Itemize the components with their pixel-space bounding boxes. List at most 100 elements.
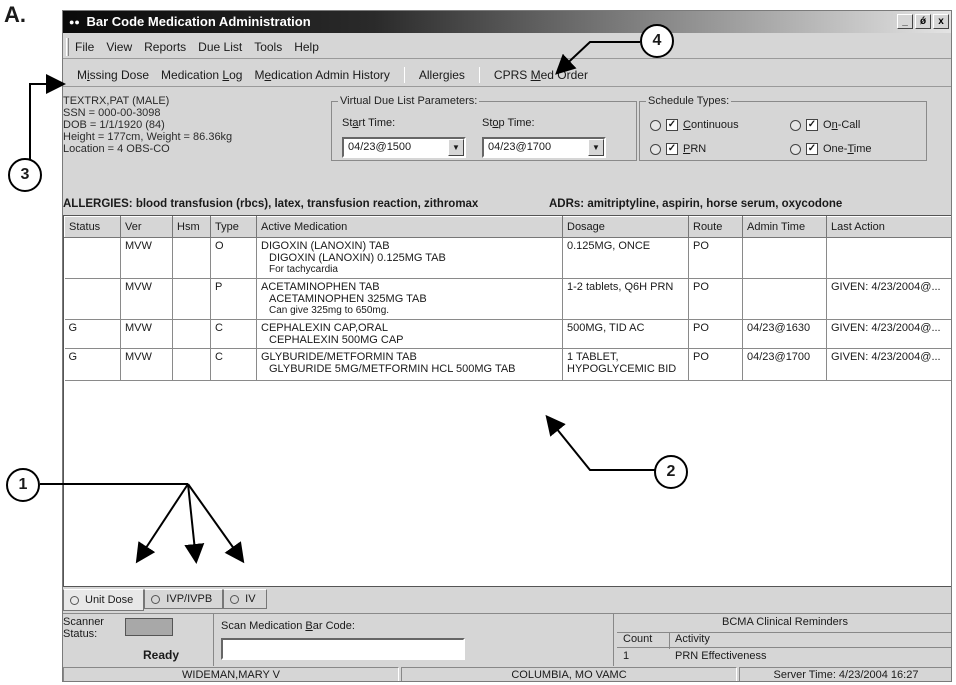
chevron-down-icon[interactable]: ▼ bbox=[448, 139, 464, 156]
menu-help[interactable]: Help bbox=[294, 40, 319, 54]
continuous-option[interactable]: ✓ Continuous bbox=[650, 119, 739, 131]
minimize-button[interactable]: _ bbox=[897, 14, 913, 29]
menu-view[interactable]: View bbox=[106, 40, 132, 54]
allergies-text: ALLERGIES: blood transfusion (rbcs), lat… bbox=[63, 198, 479, 210]
col-status-header[interactable]: Status bbox=[64, 216, 121, 238]
cprs-med-order-button[interactable]: CPRS Med Order bbox=[488, 68, 594, 82]
prn-option[interactable]: ✓ PRN bbox=[650, 143, 706, 155]
missing-dose-button[interactable]: Missing Dose bbox=[71, 68, 155, 82]
medication-admin-history-button[interactable]: Medication Admin History bbox=[248, 68, 395, 82]
status-cell: G bbox=[64, 319, 121, 349]
tab-ivp-ivpb[interactable]: IVP/IVPB bbox=[144, 589, 224, 609]
col-type-header[interactable]: Type bbox=[210, 216, 257, 238]
action-toolbar: Missing Dose Medication Log Medication A… bbox=[63, 61, 951, 87]
medication-note: For tachycardia bbox=[269, 264, 338, 275]
on-call-label: On-Call bbox=[823, 119, 861, 131]
status-facility: COLUMBIA, MO VAMC bbox=[401, 667, 737, 681]
virtual-due-list-parameters: Virtual Due List Parameters: Start Time:… bbox=[331, 95, 637, 161]
reminders-header: Count Activity bbox=[617, 632, 951, 649]
medication-product: DIGOXIN (LANOXIN) 0.125MG TAB bbox=[269, 252, 446, 264]
table-row[interactable]: MVW P ACETAMINOPHEN TAB ACETAMINOPHEN 32… bbox=[64, 278, 951, 320]
dosage-cell: 500MG, TID AC bbox=[562, 319, 689, 349]
scanner-status-label: Scanner Status: bbox=[63, 616, 104, 640]
col-admin-time-header[interactable]: Admin Time bbox=[742, 216, 827, 238]
table-row[interactable]: MVW O DIGOXIN (LANOXIN) TAB DIGOXIN (LAN… bbox=[64, 237, 951, 279]
tab-iv[interactable]: IV bbox=[223, 589, 267, 609]
window-title: Bar Code Medication Administration bbox=[86, 14, 311, 29]
type-cell: C bbox=[210, 319, 257, 349]
last-action-cell: GIVEN: 4/23/2004@... bbox=[826, 348, 951, 381]
chevron-down-icon[interactable]: ▼ bbox=[588, 139, 604, 156]
type-cell: P bbox=[210, 278, 257, 320]
prn-checkbox[interactable]: ✓ bbox=[666, 143, 678, 155]
panel-divider bbox=[213, 614, 214, 666]
route-cell: PO bbox=[688, 319, 743, 349]
admin-time-cell bbox=[742, 278, 827, 320]
menu-due-list[interactable]: Due List bbox=[198, 40, 242, 54]
medication-log-button[interactable]: Medication Log bbox=[155, 68, 248, 82]
col-route-header[interactable]: Route bbox=[688, 216, 743, 238]
menu-tools[interactable]: Tools bbox=[254, 40, 282, 54]
medication-grid: Status Ver Hsm Type Active Medication Do… bbox=[63, 215, 951, 587]
table-row[interactable]: G MVW C CEPHALEXIN CAP,ORAL CEPHALEXIN 5… bbox=[64, 319, 951, 349]
medication-cell: ACETAMINOPHEN TAB ACETAMINOPHEN 325MG TA… bbox=[256, 278, 563, 320]
prn-label: PRN bbox=[683, 143, 707, 155]
hsm-cell bbox=[172, 348, 211, 381]
count-header[interactable]: Count bbox=[623, 633, 652, 645]
col-last-action-header[interactable]: Last Action bbox=[826, 216, 951, 238]
activity-header[interactable]: Activity bbox=[675, 633, 710, 645]
scan-barcode-input[interactable] bbox=[221, 638, 465, 660]
dosage-cell: 1-2 tablets, Q6H PRN bbox=[562, 278, 689, 320]
ver-cell: MVW bbox=[120, 348, 173, 381]
hsm-cell bbox=[172, 237, 211, 279]
scanner-panel: Scanner Status: Ready Scan Medication Bar… bbox=[63, 613, 951, 666]
title-bar: ●● Bar Code Medication Administration _ … bbox=[63, 11, 951, 33]
restore-button[interactable]: ǿ bbox=[915, 14, 931, 29]
hsm-cell bbox=[172, 278, 211, 320]
medication-name: ACETAMINOPHEN TAB bbox=[261, 281, 380, 293]
route-cell: PO bbox=[688, 348, 743, 381]
menu-file[interactable]: File bbox=[75, 40, 94, 54]
menu-reports[interactable]: Reports bbox=[144, 40, 186, 54]
list-item[interactable]: 1 PRN Effectiveness bbox=[617, 650, 951, 666]
toolbar-separator bbox=[478, 67, 480, 83]
allergies-button[interactable]: Allergies bbox=[413, 68, 471, 82]
one-time-option[interactable]: ✓ One-Time bbox=[790, 143, 872, 155]
col-active-medication-header[interactable]: Active Medication bbox=[256, 216, 563, 238]
patient-dob: DOB = 1/1/1920 (84) bbox=[63, 119, 165, 131]
last-action-cell bbox=[826, 237, 951, 279]
on-call-option[interactable]: ✓ On-Call bbox=[790, 119, 860, 131]
continuous-checkbox[interactable]: ✓ bbox=[666, 119, 678, 131]
radio-icon bbox=[151, 594, 161, 604]
on-call-checkbox[interactable]: ✓ bbox=[806, 119, 818, 131]
start-time-select[interactable]: 04/23@1500 ▼ bbox=[342, 137, 466, 158]
admin-time-cell bbox=[742, 237, 827, 279]
one-time-checkbox[interactable]: ✓ bbox=[806, 143, 818, 155]
stop-time-value: 04/23@1700 bbox=[488, 141, 552, 153]
callout-3: 3 bbox=[8, 158, 42, 192]
medication-name: GLYBURIDE/METFORMIN TAB bbox=[261, 351, 417, 363]
toolbar-grip bbox=[66, 38, 69, 56]
table-row[interactable]: G MVW C GLYBURIDE/METFORMIN TAB GLYBURID… bbox=[64, 348, 951, 381]
radio-icon bbox=[790, 119, 801, 131]
reminder-activity: PRN Effectiveness bbox=[675, 650, 767, 662]
start-time-label: Start Time: bbox=[342, 117, 396, 129]
medication-cell: GLYBURIDE/METFORMIN TAB GLYBURIDE 5MG/ME… bbox=[256, 348, 563, 381]
start-time-value: 04/23@1500 bbox=[348, 141, 412, 153]
callout-2: 2 bbox=[654, 455, 688, 489]
col-ver-header[interactable]: Ver bbox=[120, 216, 173, 238]
close-button[interactable]: x bbox=[933, 14, 949, 29]
dosage-cell: 1 TABLET, HYPOGLYCEMIC BID bbox=[562, 348, 689, 381]
medication-cell: DIGOXIN (LANOXIN) TAB DIGOXIN (LANOXIN) … bbox=[256, 237, 563, 279]
stop-time-select[interactable]: 04/23@1700 ▼ bbox=[482, 137, 606, 158]
col-hsm-header[interactable]: Hsm bbox=[172, 216, 211, 238]
scanner-status-indicator bbox=[125, 618, 173, 636]
patient-ssn: SSN = 000-00-3098 bbox=[63, 107, 161, 119]
one-time-label: One-Time bbox=[823, 143, 872, 155]
tab-unit-dose[interactable]: Unit Dose bbox=[63, 589, 145, 611]
radio-icon bbox=[230, 594, 240, 604]
medication-tabs: Unit Dose IVP/IVPB IV bbox=[63, 589, 267, 611]
col-dosage-header[interactable]: Dosage bbox=[562, 216, 689, 238]
allergies-bar: ALLERGIES: blood transfusion (rbcs), lat… bbox=[63, 195, 951, 213]
column-separator bbox=[669, 633, 670, 649]
